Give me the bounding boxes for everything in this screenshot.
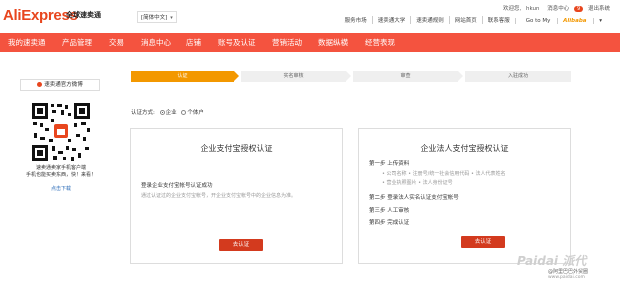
watermark-url: www.paidai.com — [548, 275, 585, 280]
step-review: 审查 — [353, 71, 464, 82]
go-to-prefix: Go to My — [525, 18, 551, 24]
step-2-text: 第二步 登录法人实名认证支付宝帐号 — [369, 195, 459, 201]
username-link[interactable]: hkun — [526, 6, 539, 12]
nav-my-aliexpress[interactable]: 我的速卖通 — [8, 37, 46, 48]
chevron-down-icon: ▾ — [593, 18, 607, 24]
chevron-down-icon: ▾ — [170, 15, 173, 21]
step-label: 认证 — [177, 73, 188, 79]
step-label: 实名审核 — [283, 73, 304, 79]
messages-count-badge: 9 — [574, 6, 584, 12]
nav-marketing[interactable]: 营销活动 — [272, 37, 302, 48]
go-verify-button[interactable]: 去认证 — [461, 236, 505, 248]
go-to-my-alibaba-link[interactable]: Go to My Alibaba ▾ — [514, 18, 612, 24]
radio-enterprise[interactable] — [159, 110, 165, 115]
radio-individual-label: 个体户 — [187, 110, 204, 116]
nav-data[interactable]: 数据纵横 — [318, 37, 348, 48]
step-real-name-review: 实名审核 — [241, 71, 352, 82]
auth-method-label: 认证方式: — [131, 110, 155, 116]
nav-product-management[interactable]: 产品管理 — [62, 37, 92, 48]
official-button-label: 速卖通官方微博 — [44, 82, 83, 88]
step-4-text: 第四步 完成认证 — [369, 220, 410, 226]
enterprise-alipay-card: 企业支付宝授权认证 登录企业支付宝帐号认证成功 通过认证过的企业支付宝帐号，开企… — [130, 128, 343, 264]
step-label: 审查 — [400, 73, 411, 79]
legal-person-alipay-card: 企业法人支付宝授权认证 第一步 上传资料 • 公司名称 • 注册号/统一社会信用… — [358, 128, 571, 264]
nav-message-center[interactable]: 消息中心 — [141, 37, 171, 48]
official-weibo-button[interactable]: 速卖通官方微博 — [20, 79, 100, 91]
user-bar: 欢迎您, hkun 消息中心 9 退出系统 — [500, 4, 610, 12]
step-success: 入驻成功 — [465, 71, 571, 82]
step-label: 入驻成功 — [507, 73, 528, 79]
qr-code-image — [30, 101, 92, 163]
card-title: 企业支付宝授权认证 — [200, 144, 273, 153]
alibaba-brand: Alibaba — [557, 18, 591, 24]
link-rules[interactable]: 速卖通规则 — [410, 16, 449, 24]
step-1-note: • 营业执照图片 • 法人身份证号 — [382, 180, 453, 186]
paidai-watermark: Paidai 派代 — [517, 254, 587, 268]
radio-enterprise-label: 企业 — [165, 110, 177, 116]
nav-trade[interactable]: 交易 — [109, 37, 124, 48]
main-nav: 我的速卖通 产品管理 交易 消息中心 店铺 账号及认证 营销活动 数据纵横 经营… — [0, 33, 620, 52]
messages-link[interactable]: 消息中心 9 — [544, 6, 584, 12]
link-university[interactable]: 速卖通大学 — [371, 16, 411, 24]
step-verify: 认证 — [131, 71, 240, 82]
card-title: 企业法人支付宝授权认证 — [420, 144, 509, 153]
step-1-note: • 公司名称 • 注册号/统一社会信用代码 • 法人代表姓名 — [382, 171, 506, 177]
weibo-icon — [37, 82, 43, 87]
qr-caption: 速卖通卖家手机客户端 手机也能买卖东西，快！来看！ — [25, 165, 96, 178]
nav-account-verification[interactable]: 账号及认证 — [218, 37, 256, 48]
top-header: AliExpress 全球速卖通 [简体中文] ▾ 欢迎您, hkun 消息中心 … — [0, 0, 620, 33]
link-service-market[interactable]: 服务市场 — [340, 16, 372, 24]
logo-subtitle: 全球速卖通 — [66, 11, 101, 19]
step-3-text: 第三步 人工审核 — [369, 208, 410, 214]
step-1-text: 第一步 上传资料 — [369, 161, 410, 167]
welcome-text: 欢迎您, — [503, 6, 522, 12]
link-contact-service[interactable]: 联系客服 — [481, 16, 515, 24]
go-verify-button[interactable]: 去认证 — [219, 239, 263, 251]
progress-steps: 认证 实名审核 审查 入驻成功 — [131, 71, 571, 82]
card-description: 通过认证过的企业支付宝帐号，开企业支付宝帐号中的企业信息为准。 — [141, 193, 297, 199]
nav-performance[interactable]: 经营表现 — [365, 37, 395, 48]
card-subtitle: 登录企业支付宝帐号认证成功 — [141, 183, 213, 189]
auth-method: 认证方式: 企业 个体户 — [131, 108, 204, 116]
language-select[interactable]: [简体中文] ▾ — [137, 11, 177, 23]
watermark-sub: @阿里巴巴外贸圈 — [548, 269, 589, 275]
download-app-link[interactable]: 点击下载 — [22, 185, 100, 192]
radio-individual[interactable] — [181, 110, 187, 115]
header-links: 服务市场 速卖通大学 速卖通规则 网站首页 联系客服 Go to My Alibaba ▾ — [340, 16, 612, 24]
language-value: [简体中文] — [141, 15, 168, 21]
logout-link[interactable]: 退出系统 — [588, 6, 610, 12]
link-homepage[interactable]: 网站首页 — [448, 16, 482, 24]
nav-store[interactable]: 店铺 — [186, 37, 201, 48]
messages-label: 消息中心 — [547, 6, 570, 12]
